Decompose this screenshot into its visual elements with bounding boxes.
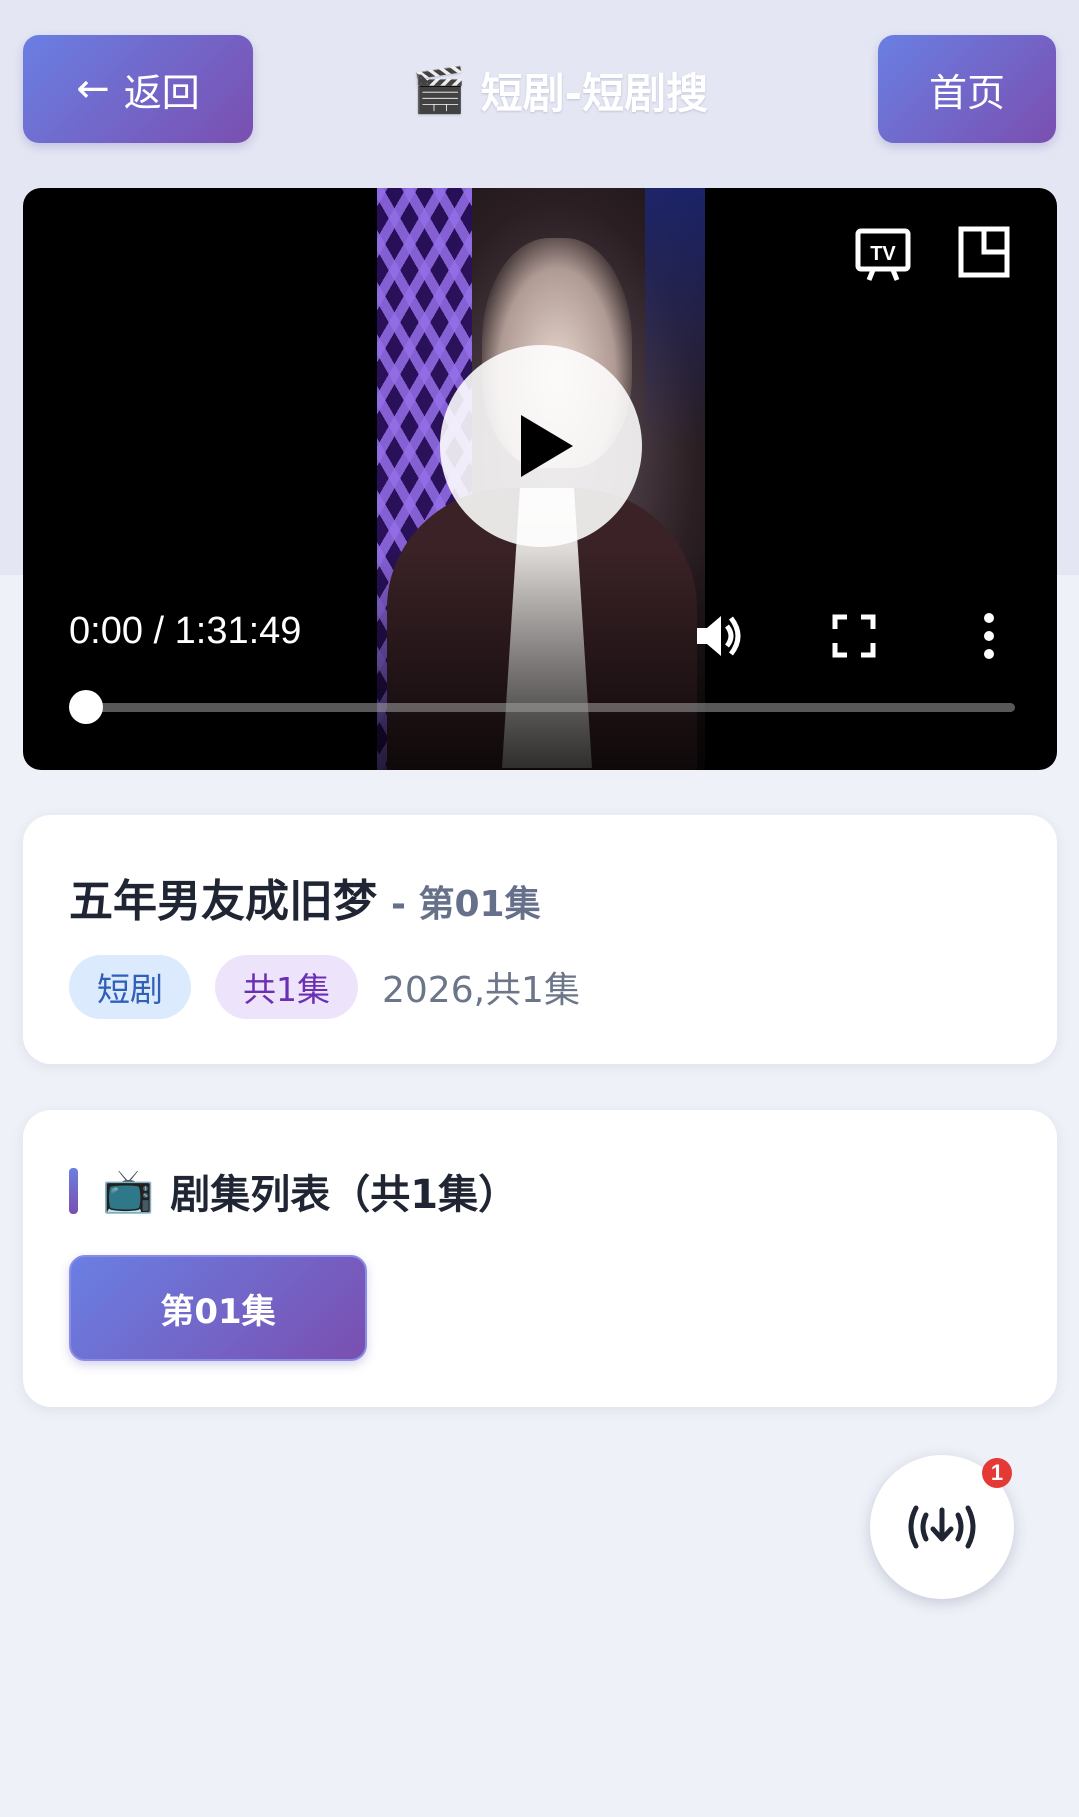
home-button[interactable]: 首页 bbox=[878, 35, 1056, 143]
episode-button-01[interactable]: 第01集 bbox=[69, 1255, 367, 1361]
clapperboard-icon: 🎬 bbox=[411, 65, 467, 116]
more-vertical-icon[interactable] bbox=[977, 610, 1001, 662]
drama-meta: 2026,共1集 bbox=[382, 970, 580, 1011]
play-button[interactable] bbox=[440, 345, 642, 547]
drama-info-card: 五年男友成旧梦 - 第01集 短剧 共1集 2026,共1集 bbox=[23, 815, 1057, 1064]
home-button-label: 首页 bbox=[928, 70, 1005, 115]
drama-tags: 短剧 共1集 2026,共1集 bbox=[69, 955, 580, 1019]
progress-bar[interactable] bbox=[85, 703, 1015, 712]
episode-list-title: 剧集列表（共1集） bbox=[170, 1172, 519, 1218]
download-signal-icon bbox=[908, 1505, 976, 1549]
top-bar: ← 返回 🎬 短剧-短剧搜 首页 bbox=[0, 0, 1079, 160]
page-title: 🎬 短剧-短剧搜 bbox=[360, 55, 760, 125]
arrow-left-icon: ← bbox=[76, 66, 110, 112]
volume-icon[interactable] bbox=[693, 610, 745, 662]
tv-icon: 📺 bbox=[102, 1166, 155, 1215]
section-accent-bar bbox=[69, 1168, 78, 1214]
genre-tag: 短剧 bbox=[69, 955, 191, 1019]
back-button[interactable]: ← 返回 bbox=[23, 35, 253, 143]
drama-title-row: 五年男友成旧梦 - 第01集 bbox=[69, 865, 541, 929]
notification-badge: 1 bbox=[982, 1458, 1012, 1488]
back-button-label: 返回 bbox=[123, 70, 200, 115]
svg-text:TV: TV bbox=[870, 243, 896, 265]
drama-title: 五年男友成旧梦 bbox=[69, 876, 377, 927]
background-glow bbox=[645, 188, 705, 448]
time-display: 0:00 / 1:31:49 bbox=[69, 610, 302, 652]
page-title-text: 短剧-短剧搜 bbox=[480, 68, 709, 118]
play-icon bbox=[521, 415, 573, 477]
picture-in-picture-icon[interactable] bbox=[958, 226, 1010, 278]
current-episode: - 第01集 bbox=[391, 884, 541, 925]
fullscreen-icon[interactable] bbox=[831, 613, 877, 659]
episode-count-tag: 共1集 bbox=[215, 955, 358, 1019]
video-player[interactable]: TV 0:00 / 1:31:49 bbox=[23, 188, 1057, 770]
bottom-shade bbox=[377, 550, 705, 770]
cast-tv-icon[interactable]: TV bbox=[855, 226, 911, 282]
episode-list-header: 📺 剧集列表（共1集） bbox=[69, 1162, 518, 1220]
episode-list-card: 📺 剧集列表（共1集） 第01集 bbox=[23, 1110, 1057, 1407]
progress-handle[interactable] bbox=[69, 690, 103, 724]
